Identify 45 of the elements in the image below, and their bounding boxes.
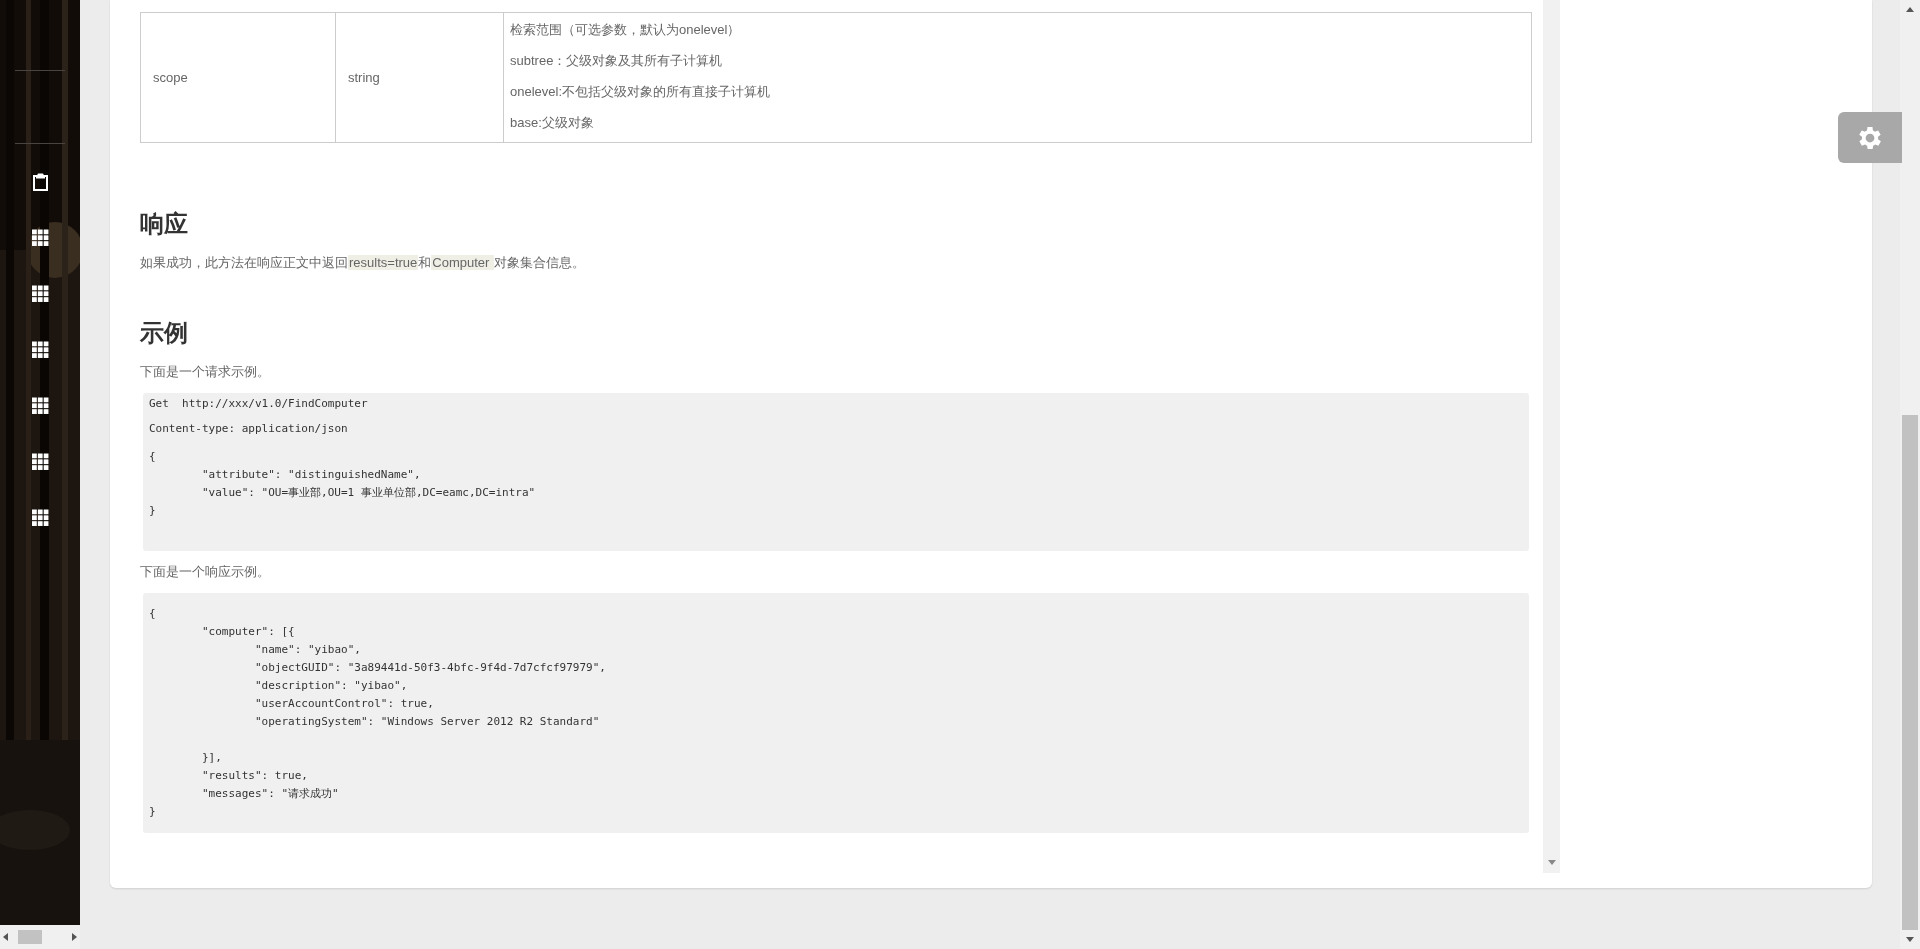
code-line: "description": "yibao", (253, 678, 409, 694)
code-line: } (149, 804, 157, 820)
cell-text: subtree：父级对象及其所有子计算机 (510, 52, 724, 70)
scroll-down-icon[interactable] (1547, 860, 1556, 865)
grid-icon[interactable] (31, 509, 49, 527)
scroll-right-icon[interactable] (71, 933, 77, 941)
section-heading: 响应 (140, 209, 189, 239)
code-line: "messages": "请求成功" (201, 786, 340, 802)
section-heading: 示例 (140, 318, 189, 348)
code-line: { (149, 449, 157, 465)
clipboard-icon[interactable] (31, 173, 49, 191)
scroll-thumb[interactable] (18, 930, 42, 944)
cell-text: base:父级对象 (510, 114, 595, 132)
scrollbar[interactable] (1900, 0, 1920, 949)
code-line: }], (201, 750, 223, 766)
grid-icon[interactable] (31, 229, 49, 247)
code-line: "operatingSystem": "Windows Server 2012 R2 Standard" (253, 714, 601, 730)
table-cell: string (335, 12, 504, 143)
code-line: "computer": [{ (201, 624, 296, 640)
code-line: "name": "yibao", (253, 642, 362, 658)
cell-text: onelevel:不包括父级对象的所有直接子计算机 (510, 83, 772, 101)
scrollbar[interactable] (1543, 0, 1560, 873)
scroll-left-icon[interactable] (3, 933, 9, 941)
code-line: "value": "OU=事业部,OU=1 事业单位部,DC=eamc,DC=intra" (201, 485, 537, 501)
grid-icon[interactable] (31, 453, 49, 471)
code-line: "objectGUID": "3a89441d-50f3-4bfc-9f4d-7d7cfcf97979", (253, 660, 607, 676)
grid-icon[interactable] (31, 285, 49, 303)
code-line: "results": true, (201, 768, 309, 784)
code-line: { (149, 606, 157, 622)
paragraph: 如果成功，此方法在响应正文中返回 results=true和 Computer 对象集合信息。 (140, 254, 586, 272)
scroll-down-icon[interactable] (1906, 937, 1914, 942)
code-line: "attribute": "distinguishedName", (201, 467, 422, 483)
grid-icon[interactable] (31, 397, 49, 415)
code-line: "userAccountControl": true, (253, 696, 435, 712)
grid-icon[interactable] (31, 341, 49, 359)
scroll-thumb[interactable] (1902, 415, 1918, 930)
cell-text: 检索范围（可选参数，默认为onelevel） (510, 21, 742, 39)
code-line: Content-type: application/json (149, 421, 349, 437)
paragraph: 下面是一个请求示例。 (140, 363, 271, 381)
code-line: Get http://xxx/v1.0/FindComputer (149, 396, 369, 412)
scrollbar[interactable] (0, 925, 80, 949)
code-line: } (149, 503, 157, 519)
paragraph: 下面是一个响应示例。 (140, 563, 271, 581)
table-cell: scope (140, 12, 336, 143)
scroll-up-icon[interactable] (1906, 7, 1914, 12)
